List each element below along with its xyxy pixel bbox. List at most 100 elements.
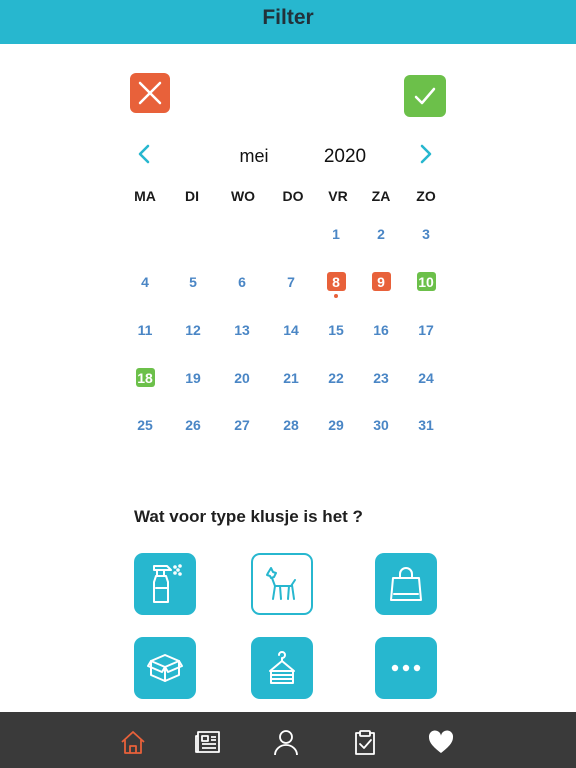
day-number: 14 [283,322,299,338]
news-icon [195,731,220,753]
day-number: 5 [189,274,197,290]
day-number: 28 [283,417,299,433]
day-number: 23 [373,370,389,386]
calendar-day[interactable]: 4 [125,270,165,294]
page-title: Filter [262,6,314,29]
day-number: 4 [141,274,149,290]
calendar-day[interactable]: 6 [222,270,262,294]
category-moving-button[interactable] [134,637,196,699]
category-cleaning-button[interactable] [134,553,196,615]
day-number: 19 [185,370,201,386]
calendar-day[interactable]: 29 [316,413,356,437]
calendar-day[interactable]: 17 [406,318,446,342]
day-number: 20 [234,370,250,386]
check-icon [414,87,436,105]
tab-profile[interactable] [271,727,301,757]
calendar-day[interactable]: 11 [125,318,165,342]
day-number: 1 [332,226,340,242]
header-bar: Filter [0,0,576,44]
home-icon [121,731,145,754]
calendar-day[interactable]: 15 [316,318,356,342]
day-number: 26 [185,417,201,433]
dog-icon [266,567,296,600]
heart-icon [428,730,454,753]
weekday-label: ZO [416,188,436,204]
calendar-day[interactable]: 20 [222,366,262,390]
calendar-day[interactable]: 12 [173,318,213,342]
weekday-label: WO [230,188,256,204]
category-question: Wat voor type klusje is het ? [134,507,363,526]
month-label: mei [239,146,269,166]
next-month-button[interactable] [414,142,438,166]
calendar-day[interactable]: 21 [271,366,311,390]
calendar-day[interactable]: 7 [271,270,311,294]
day-number: 24 [418,370,434,386]
calendar-day[interactable]: 24 [406,366,446,390]
weekday-label: MA [134,188,156,204]
calendar-day[interactable]: 2 [361,222,401,246]
event-dot [334,294,338,298]
day-number: 6 [238,274,246,290]
day-number: 15 [328,322,344,338]
cancel-button[interactable] [130,73,170,113]
chevron-right-icon [420,144,432,164]
calendar-day[interactable]: 16 [361,318,401,342]
calendar-day[interactable]: 26 [173,413,213,437]
weekday-label: DI [185,188,199,204]
category-shopping-button[interactable] [375,553,437,615]
day-number: 9 [377,274,385,290]
weekday-label: DO [282,188,304,204]
calendar-day[interactable]: 1 [316,222,356,246]
day-number: 12 [185,322,201,338]
calendar-day[interactable]: 18 [125,366,165,390]
previous-month-button[interactable] [132,142,156,166]
calendar-day[interactable]: 14 [271,318,311,342]
day-number: 31 [418,417,434,433]
clothes-hanger-icon [269,651,295,684]
tasks-icon [355,730,375,755]
box-icon [147,654,183,682]
day-number: 13 [234,322,250,338]
day-number: 18 [137,370,153,386]
calendar-day[interactable]: 25 [125,413,165,437]
day-number: 2 [377,226,385,242]
chevron-left-icon [138,144,150,164]
calendar-day[interactable]: 3 [406,222,446,246]
calendar-day[interactable]: 27 [222,413,262,437]
tab-home[interactable] [118,727,148,757]
profile-icon [274,730,298,756]
day-number: 16 [373,322,389,338]
tab-favorites[interactable] [426,727,456,757]
calendar-day[interactable]: 30 [361,413,401,437]
calendar-day[interactable]: 31 [406,413,446,437]
day-number: 22 [328,370,344,386]
calendar-day[interactable]: 22 [316,366,356,390]
tab-tasks[interactable] [350,727,380,757]
calendar-day[interactable]: 9 [361,270,401,294]
day-number: 3 [422,226,430,242]
category-more-button[interactable] [375,637,437,699]
day-number: 27 [234,417,250,433]
day-number: 11 [137,322,153,338]
confirm-button[interactable] [404,75,446,117]
day-number: 29 [328,417,344,433]
calendar-day[interactable]: 5 [173,270,213,294]
calendar-day[interactable]: 8 [316,270,356,298]
category-laundry-button[interactable] [251,637,313,699]
category-pets-button[interactable] [251,553,313,615]
more-icon [391,664,421,672]
spray-bottle-icon [153,564,182,603]
calendar-day[interactable]: 19 [173,366,213,390]
day-number: 10 [418,274,434,290]
day-number: 7 [287,274,295,290]
day-number: 8 [332,274,340,290]
calendar-day[interactable]: 23 [361,366,401,390]
calendar-day[interactable]: 28 [271,413,311,437]
weekday-label: ZA [371,188,391,204]
calendar-day[interactable]: 10 [406,270,446,294]
close-icon [138,81,162,105]
weekday-label: VR [328,188,348,204]
tab-news[interactable] [193,727,223,757]
calendar-day[interactable]: 13 [222,318,262,342]
day-number: 30 [373,417,389,433]
